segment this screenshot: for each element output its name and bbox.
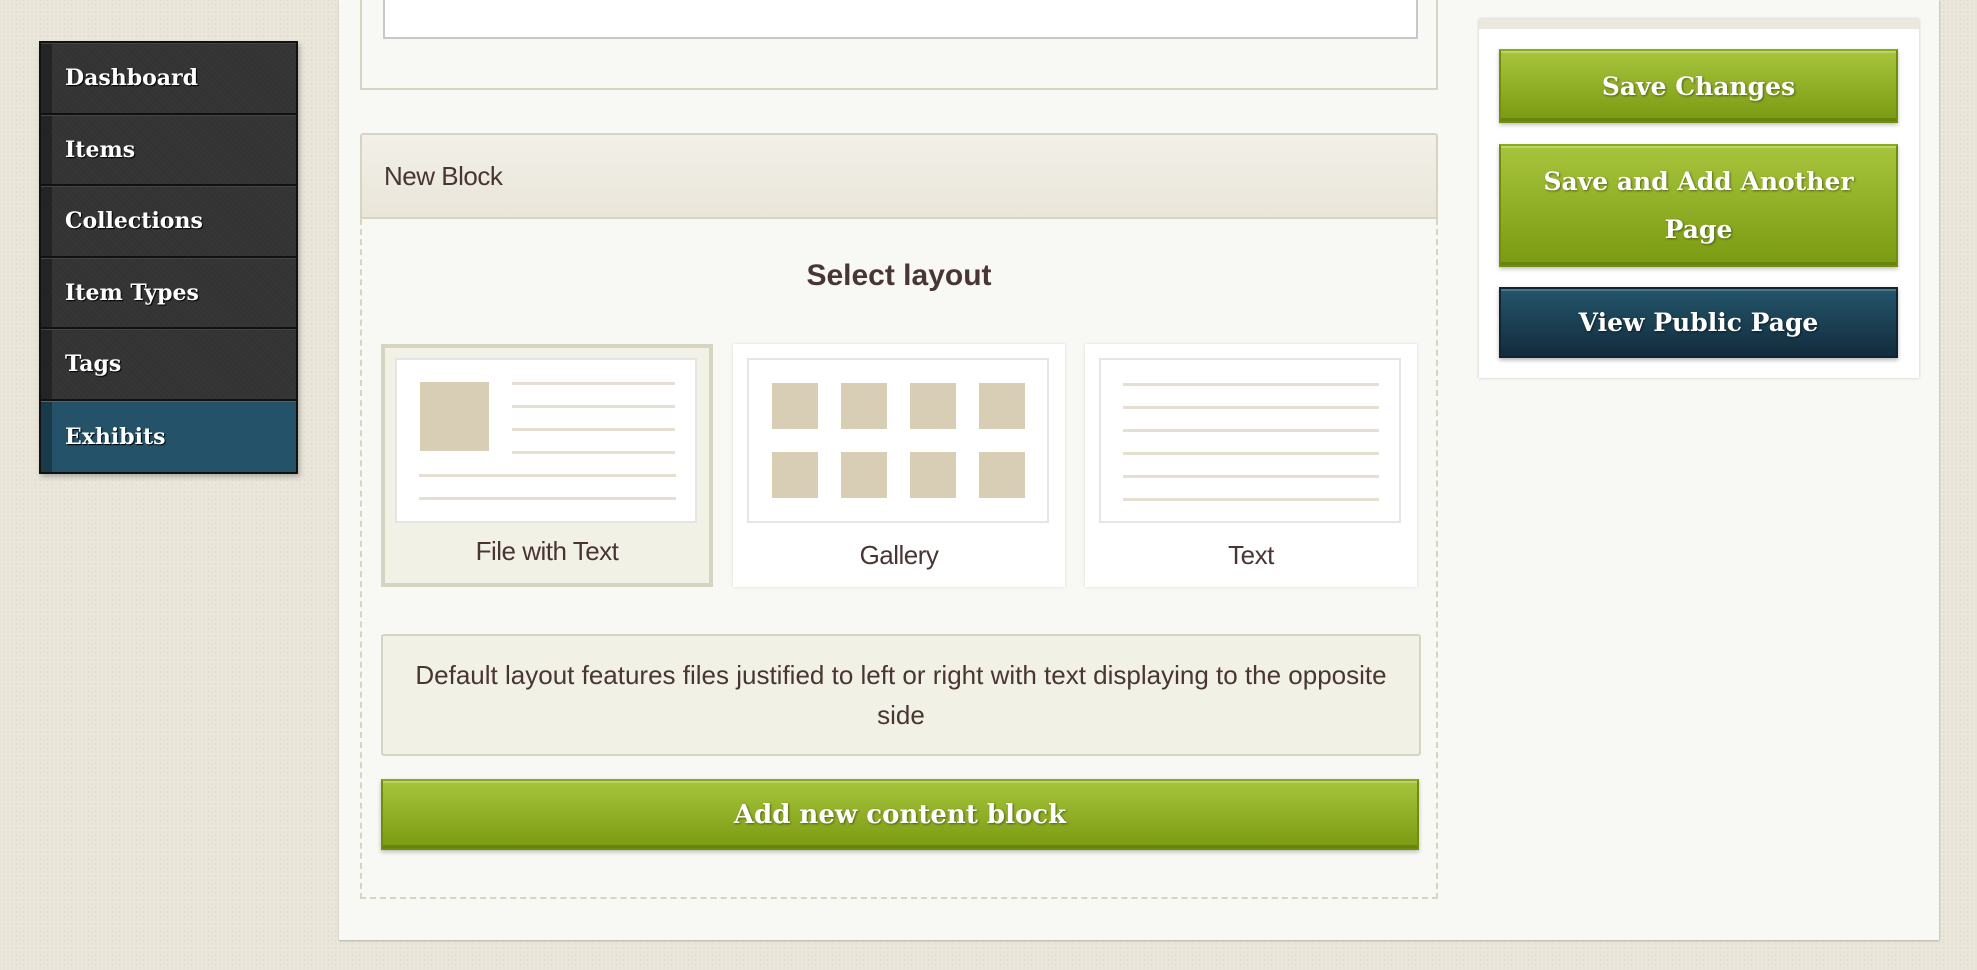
text-layout-icon xyxy=(1099,358,1401,523)
previous-block-textarea[interactable] xyxy=(383,0,1418,39)
save-and-add-another-page-button[interactable]: Save and Add Another Page xyxy=(1499,144,1898,267)
sidebar-item-tags[interactable]: Tags xyxy=(41,329,296,401)
layout-label: Gallery xyxy=(859,540,939,570)
layout-description: Default layout features files justified … xyxy=(381,634,1421,756)
save-changes-button[interactable]: Save Changes xyxy=(1499,49,1898,123)
new-block-header: New Block xyxy=(360,133,1438,219)
layout-option-gallery[interactable]: Gallery xyxy=(733,344,1065,587)
sidebar-item-collections[interactable]: Collections xyxy=(41,186,296,258)
layout-label: File with Text xyxy=(475,536,619,566)
new-block-title: New Block xyxy=(384,160,503,191)
sidebar-item-dashboard[interactable]: Dashboard xyxy=(41,43,296,115)
add-content-block-button[interactable]: Add new content block xyxy=(381,779,1419,850)
layout-label: Text xyxy=(1228,540,1274,570)
select-layout-heading: Select layout xyxy=(806,259,992,292)
layout-option-file-with-text[interactable]: File with Text xyxy=(381,344,713,587)
new-block-body: Select layout File with Text Gallery Tex… xyxy=(360,219,1438,899)
sidebar-item-items[interactable]: Items xyxy=(41,114,296,186)
view-public-page-button[interactable]: View Public Page xyxy=(1499,287,1898,358)
sidebar-item-item-types[interactable]: Item Types xyxy=(41,257,296,329)
sidebar-nav: Dashboard Items Collections Item Types T… xyxy=(39,41,298,474)
file-with-text-layout-icon xyxy=(395,358,697,523)
gallery-layout-icon xyxy=(747,358,1049,523)
previous-block xyxy=(360,0,1438,90)
sidebar-item-exhibits[interactable]: Exhibits xyxy=(41,400,296,472)
actions-panel: Save Changes Save and Add Another Page V… xyxy=(1479,19,1919,378)
layout-option-text[interactable]: Text xyxy=(1085,344,1417,587)
